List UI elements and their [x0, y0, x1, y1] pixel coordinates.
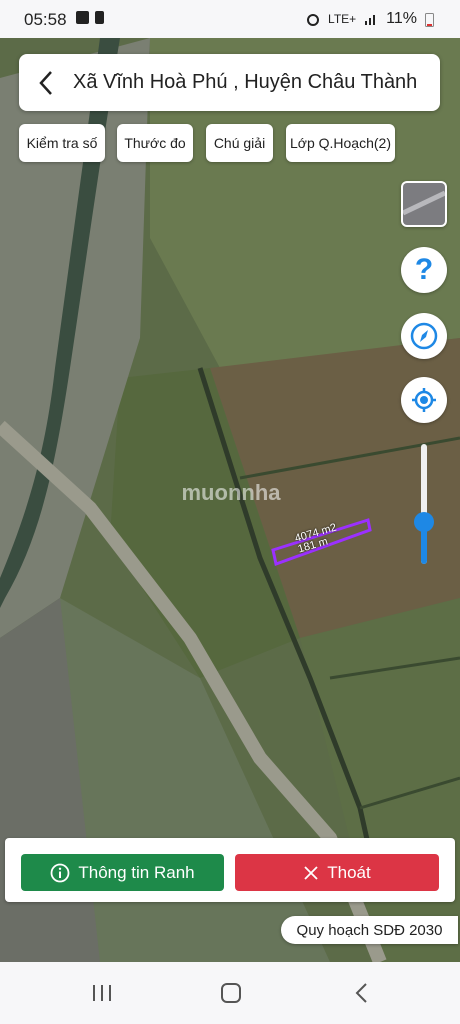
home-button[interactable] [201, 978, 261, 1008]
recent-apps-button[interactable] [72, 978, 132, 1008]
satellite-layer-icon [403, 183, 445, 225]
signal-icon [365, 15, 376, 25]
location-header: Xã Vĩnh Hoà Phú , Huyện Châu Thành [19, 54, 440, 111]
back-nav-icon [355, 983, 367, 1003]
zoom-slider-thumb[interactable] [414, 512, 434, 532]
back-button[interactable] [19, 54, 73, 111]
help-button[interactable]: ? [401, 247, 447, 293]
status-right: LTE+ 11% [306, 10, 434, 28]
gallery-icon [76, 11, 89, 24]
chevron-left-icon [39, 70, 52, 95]
help-icon: ? [414, 253, 434, 286]
info-button[interactable]: Thông tin Ranh [21, 854, 224, 891]
status-notification-icons [76, 11, 104, 24]
compass-icon [410, 322, 438, 350]
exit-button[interactable]: Thoát [235, 854, 439, 891]
alarm-icon [307, 14, 320, 26]
back-nav-button[interactable] [331, 978, 391, 1008]
battery-level: 11% [386, 10, 417, 27]
home-icon [221, 983, 241, 1003]
system-nav-bar [0, 962, 460, 1024]
chip-ruler[interactable]: Thước đo [117, 124, 193, 162]
chip-check-number[interactable]: Kiểm tra số [19, 124, 105, 162]
chip-planning-layer[interactable]: Lớp Q.Hoạch(2) [286, 124, 395, 162]
close-icon [304, 865, 318, 880]
zoom-slider[interactable] [421, 444, 427, 564]
watermark: muonnha [181, 480, 281, 505]
battery-icon [425, 12, 434, 27]
info-icon [50, 863, 70, 882]
chip-legend[interactable]: Chú giải [206, 124, 273, 162]
page-title: Xã Vĩnh Hoà Phú , Huyện Châu Thành [73, 71, 418, 93]
map-layer-button[interactable] [401, 181, 447, 227]
network-type: LTE+ [328, 12, 357, 26]
locate-icon [412, 388, 436, 412]
planning-badge[interactable]: Quy hoạch SDĐ 2030 [281, 916, 458, 944]
lock-icon [95, 11, 104, 24]
exit-button-label: Thoát [327, 862, 371, 882]
status-time: 05:58 [24, 10, 67, 29]
recent-apps-icon [93, 985, 111, 1001]
info-button-label: Thông tin Ranh [78, 862, 195, 882]
status-bar: 05:58 LTE+ 11% [0, 0, 460, 38]
my-location-button[interactable] [401, 377, 447, 423]
compass-button[interactable] [401, 313, 447, 359]
